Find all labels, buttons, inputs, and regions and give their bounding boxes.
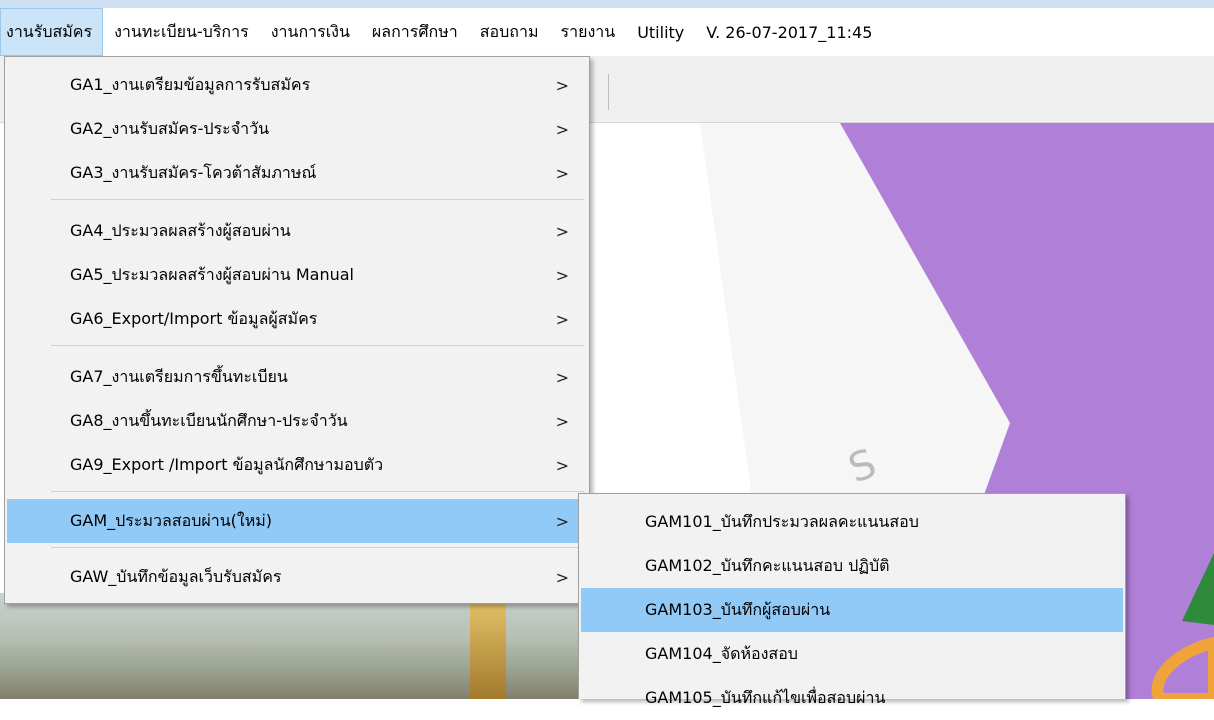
submenu-arrow-icon: > — [555, 567, 569, 587]
menu-item-ga5[interactable]: GA5_ประมวลผลสร้างผู้สอบผ่าน Manual > — [7, 253, 587, 297]
menu-item-label: GA4_ประมวลผลสร้างผู้สอบผ่าน — [70, 220, 291, 240]
window-top-strip — [0, 0, 1214, 8]
toolbar-separator — [608, 74, 609, 110]
submenu-item-gam103[interactable]: GAM103_บันทึกผู้สอบผ่าน — [581, 588, 1123, 632]
menu-item-ga3[interactable]: GA3_งานรับสมัคร-โควต้าสัมภาษณ์ > — [7, 151, 587, 195]
menu-registration-service[interactable]: งานทะเบียน-บริการ — [103, 8, 260, 56]
submenu-item-label: GAM102_บันทึกคะแนนสอบ ปฏิบัติ — [645, 555, 890, 575]
menu-item-label: GA1_งานเตรียมข้อมูลการรับสมัคร — [70, 74, 311, 94]
menu-item-label: GA7_งานเตรียมการขึ้นทะเบียน — [70, 366, 288, 386]
menu-bar: งานรับสมัคร งานทะเบียน-บริการ งานการเงิน… — [0, 8, 1214, 56]
submenu-item-gam105[interactable]: GAM105_บันทึกแก้ไขเพื่อสอบผ่าน — [581, 676, 1123, 720]
menu-inquiry[interactable]: สอบถาม — [469, 8, 550, 56]
menu-separator — [51, 199, 584, 200]
submenu-arrow-icon: > — [555, 221, 569, 241]
menu-grades[interactable]: ผลการศึกษา — [361, 8, 469, 56]
menu-item-label: GA9_Export /Import ข้อมูลนักศึกษามอบตัว — [70, 454, 384, 474]
photo-detail — [470, 600, 506, 699]
menu-item-ga4[interactable]: GA4_ประมวลผลสร้างผู้สอบผ่าน > — [7, 209, 587, 253]
menu-item-label: GA3_งานรับสมัคร-โควต้าสัมภาษณ์ — [70, 162, 317, 182]
version-label: V. 26-07-2017_11:45 — [706, 22, 873, 42]
submenu-arrow-icon: > — [555, 163, 569, 183]
menu-separator — [51, 547, 584, 548]
menu-separator — [51, 345, 584, 346]
menu-item-ga6[interactable]: GA6_Export/Import ข้อมูลผู้สมัคร > — [7, 297, 587, 341]
menu-item-label: GAM_ประมวลสอบผ่าน(ใหม่) — [70, 510, 273, 530]
submenu-item-label: GAM101_บันทึกประมวลผลคะแนนสอบ — [645, 511, 919, 531]
menu-item-label: GA5_ประมวลผลสร้างผู้สอบผ่าน Manual — [70, 264, 354, 284]
submenu-item-label: GAM103_บันทึกผู้สอบผ่าน — [645, 599, 831, 619]
menu-item-gaw[interactable]: GAW_บันทึกข้อมูลเว็บรับสมัคร > — [7, 555, 587, 599]
submenu-item-label: GAM104_จัดห้องสอบ — [645, 643, 798, 663]
menu-item-label: GA2_งานรับสมัคร-ประจำวัน — [70, 118, 270, 138]
menu-item-label: GAW_บันทึกข้อมูลเว็บรับสมัคร — [70, 566, 282, 586]
menu-item-gam[interactable]: GAM_ประมวลสอบผ่าน(ใหม่) > — [7, 499, 587, 543]
gam-submenu: GAM101_บันทึกประมวลผลคะแนนสอบ GAM102_บัน… — [578, 493, 1126, 707]
menu-item-ga9[interactable]: GA9_Export /Import ข้อมูลนักศึกษามอบตัว … — [7, 443, 587, 487]
menu-item-ga8[interactable]: GA8_งานขึ้นทะเบียนนักศึกษา-ประจำวัน > — [7, 399, 587, 443]
submenu-arrow-icon: > — [555, 309, 569, 329]
admission-dropdown-menu: GA1_งานเตรียมข้อมูลการรับสมัคร > GA2_งาน… — [4, 56, 590, 604]
menu-separator — [51, 491, 584, 492]
menu-item-ga1[interactable]: GA1_งานเตรียมข้อมูลการรับสมัคร > — [7, 63, 587, 107]
menu-admission[interactable]: งานรับสมัคร — [0, 8, 104, 56]
menu-item-label: GA8_งานขึ้นทะเบียนนักศึกษา-ประจำวัน — [70, 410, 348, 430]
submenu-item-gam102[interactable]: GAM102_บันทึกคะแนนสอบ ปฏิบัติ — [581, 544, 1123, 588]
submenu-arrow-icon: > — [555, 367, 569, 387]
submenu-arrow-icon: > — [555, 511, 569, 531]
submenu-arrow-icon: > — [555, 75, 569, 95]
submenu-arrow-icon: > — [555, 455, 569, 475]
campus-photo — [0, 593, 600, 699]
submenu-item-gam101[interactable]: GAM101_บันทึกประมวลผลคะแนนสอบ — [581, 500, 1123, 544]
menu-item-label: GA6_Export/Import ข้อมูลผู้สมัคร — [70, 308, 318, 328]
menu-report[interactable]: รายงาน — [550, 8, 627, 56]
submenu-item-gam104[interactable]: GAM104_จัดห้องสอบ — [581, 632, 1123, 676]
submenu-item-label: GAM105_บันทึกแก้ไขเพื่อสอบผ่าน — [645, 687, 886, 707]
menu-utility[interactable]: Utility — [626, 8, 695, 56]
menu-item-ga2[interactable]: GA2_งานรับสมัคร-ประจำวัน > — [7, 107, 587, 151]
submenu-arrow-icon: > — [555, 119, 569, 139]
menu-item-ga7[interactable]: GA7_งานเตรียมการขึ้นทะเบียน > — [7, 355, 587, 399]
menu-finance[interactable]: งานการเงิน — [260, 8, 361, 56]
submenu-arrow-icon: > — [555, 411, 569, 431]
submenu-arrow-icon: > — [555, 265, 569, 285]
